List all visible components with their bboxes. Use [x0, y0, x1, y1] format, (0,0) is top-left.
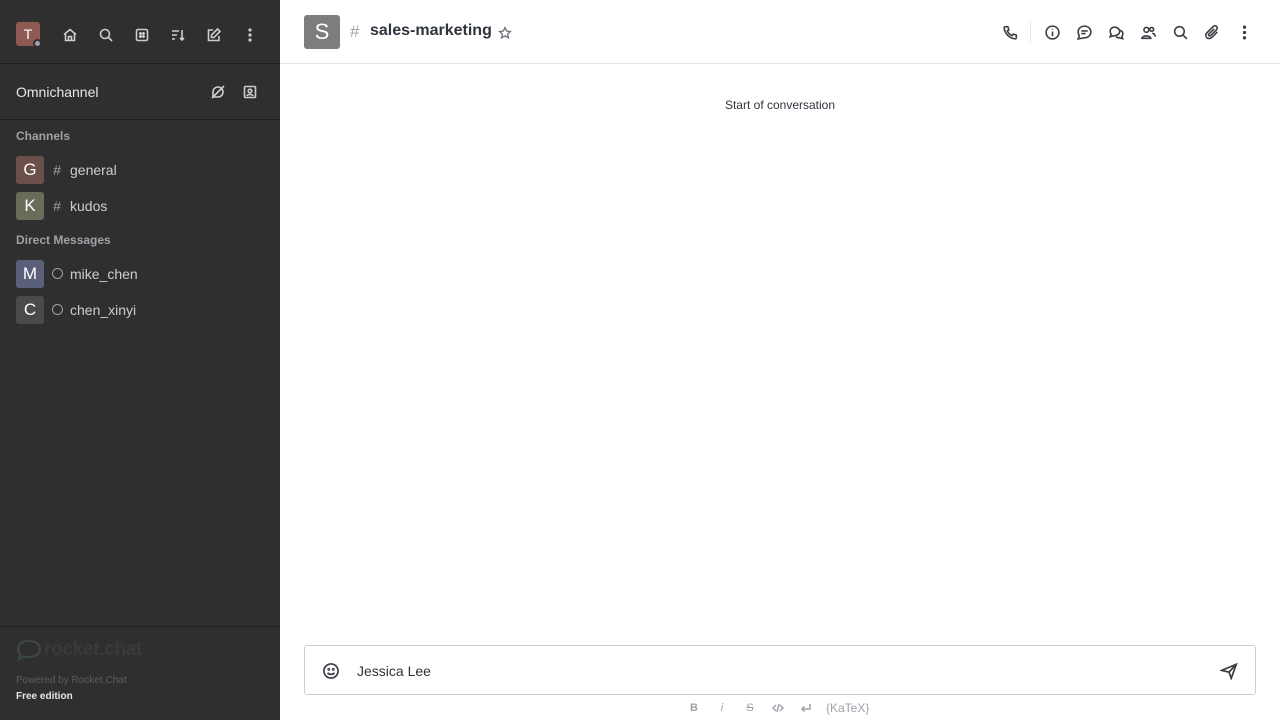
- call-icon: [1002, 25, 1017, 40]
- room-avatar: C: [16, 296, 44, 324]
- channel-list: G # general K # kudos: [0, 152, 280, 224]
- formatting-toolbar: B i S {KaTeX}: [684, 698, 879, 718]
- files-button[interactable]: [1200, 20, 1224, 44]
- star-icon: [498, 26, 512, 40]
- create-new-icon: [207, 27, 222, 42]
- contact-center-button[interactable]: [236, 78, 264, 106]
- kebab-menu-icon: [248, 28, 252, 42]
- sidebar-kebab-menu[interactable]: [236, 21, 264, 49]
- files-icon: [1204, 24, 1218, 39]
- home-button[interactable]: [56, 21, 84, 49]
- kebab-menu-icon: [1242, 25, 1246, 39]
- sidebar: T Omnichannel Channels G # general K # k…: [0, 0, 280, 720]
- room-name: chen_xinyi: [70, 302, 137, 318]
- search-messages-icon: [1173, 25, 1187, 39]
- home-icon: [63, 28, 77, 42]
- bold-button[interactable]: B: [684, 698, 704, 718]
- channels-section-title: Channels: [16, 129, 71, 143]
- omnichannel-section: Omnichannel: [0, 64, 280, 120]
- call-button[interactable]: [998, 20, 1022, 44]
- directory-button[interactable]: [128, 21, 156, 49]
- room-name: kudos: [70, 198, 108, 214]
- search-messages-button[interactable]: [1168, 20, 1192, 44]
- start-of-conversation: Start of conversation: [724, 98, 836, 112]
- enter-icon: [800, 704, 811, 713]
- sidebar-header: T: [0, 0, 280, 64]
- search-button[interactable]: [92, 21, 120, 49]
- discussions-button[interactable]: [1104, 20, 1128, 44]
- send-button[interactable]: [1205, 660, 1253, 682]
- search-icon: [99, 28, 113, 42]
- dm-list: Mmike_chen Cchen_xinyi: [0, 256, 280, 328]
- message-composer: [304, 645, 1256, 695]
- room-name: general: [70, 162, 117, 178]
- room-info-button[interactable]: [1040, 20, 1064, 44]
- code-icon: [772, 703, 784, 713]
- status-offline-icon: [50, 302, 64, 318]
- emoji-icon: [323, 663, 339, 679]
- members-icon: [1140, 26, 1156, 39]
- room-avatar: G: [16, 156, 44, 184]
- room-info-icon: [1044, 24, 1060, 40]
- members-button[interactable]: [1136, 20, 1160, 44]
- app-window: T Omnichannel Channels G # general K # k…: [0, 0, 1280, 720]
- favorite-button[interactable]: [496, 24, 514, 42]
- hash-icon: #: [53, 198, 61, 214]
- multiline-button[interactable]: [796, 698, 816, 718]
- powered-by-text: Powered by Rocket.Chat: [16, 675, 127, 686]
- room-title: sales-marketing: [370, 22, 492, 39]
- rocket-chat-logo[interactable]: rocket.chat: [16, 639, 142, 661]
- discussions-icon: [1108, 25, 1124, 40]
- sidebar-footer: rocket.chat Powered by Rocket.Chat Free …: [0, 626, 280, 720]
- user-avatar-letter: T: [23, 26, 33, 42]
- send-icon: [1220, 662, 1238, 680]
- room-kebab-menu[interactable]: [1232, 20, 1256, 44]
- room-avatar: M: [16, 260, 44, 288]
- room-header: S # sales-marketing: [280, 0, 1280, 64]
- channel-hash-icon: #: [350, 22, 360, 41]
- emoji-button[interactable]: [307, 660, 355, 682]
- katex-button[interactable]: {KaTeX}: [824, 698, 871, 718]
- create-new-button[interactable]: [200, 21, 228, 49]
- sort-icon: [172, 30, 185, 42]
- channel-item-general[interactable]: G # general: [0, 152, 280, 188]
- user-avatar[interactable]: T: [16, 22, 42, 48]
- code-button[interactable]: [768, 698, 788, 718]
- omnichannel-label: Omnichannel: [16, 84, 99, 100]
- italic-button[interactable]: i: [712, 698, 732, 718]
- room-name: mike_chen: [70, 266, 138, 282]
- message-input[interactable]: [357, 660, 1205, 682]
- dm-item-chen_xinyi[interactable]: Cchen_xinyi: [0, 292, 280, 328]
- threads-icon: [1076, 24, 1092, 40]
- main-content: S # sales-marketing Start of conversatio…: [280, 0, 1280, 720]
- dm-item-mike_chen[interactable]: Mmike_chen: [0, 256, 280, 292]
- header-divider: [1030, 22, 1031, 42]
- logo-text: rocket.chat: [44, 639, 143, 660]
- dm-section-title: Direct Messages: [16, 233, 111, 247]
- room-avatar: K: [16, 192, 44, 220]
- channel-item-kudos[interactable]: K # kudos: [0, 188, 280, 224]
- strikethrough-button[interactable]: S: [740, 698, 760, 718]
- contact-center-icon: [243, 85, 257, 99]
- omnichannel-availability-toggle[interactable]: [204, 78, 232, 106]
- rocket-chat-logo-icon: [16, 639, 42, 661]
- user-status-indicator: [33, 39, 42, 48]
- directory-icon: [135, 28, 149, 42]
- sort-button[interactable]: [164, 21, 192, 49]
- edition-text: Free edition: [16, 691, 73, 702]
- status-offline-icon: [50, 266, 64, 282]
- omnichannel-unavailable-icon: [211, 85, 225, 99]
- threads-button[interactable]: [1072, 20, 1096, 44]
- hash-icon: #: [53, 162, 61, 178]
- room-avatar[interactable]: S: [304, 15, 340, 49]
